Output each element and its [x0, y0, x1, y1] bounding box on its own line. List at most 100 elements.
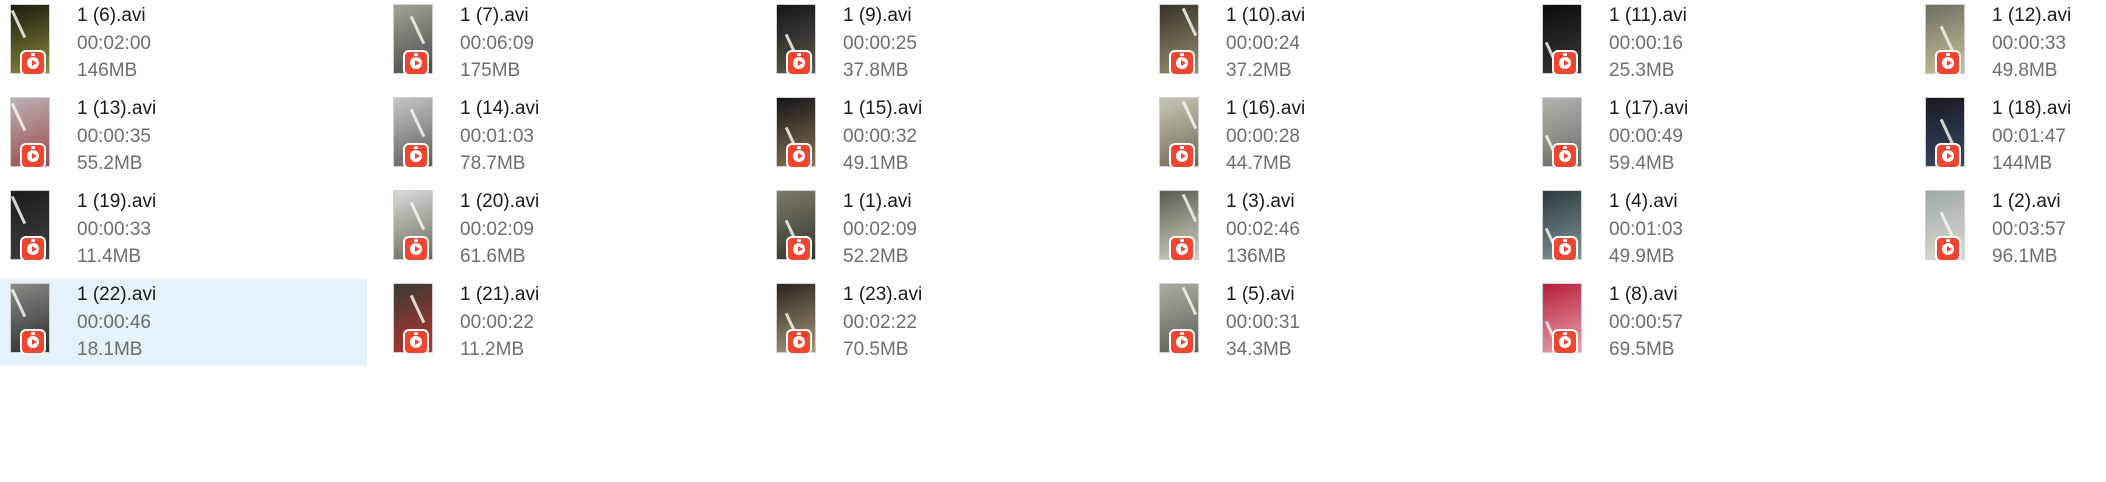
video-player-badge-icon [1169, 329, 1195, 355]
file-details: 1 (13).avi 00:00:35 55.2MB [77, 95, 156, 177]
video-player-badge-icon [786, 143, 812, 169]
file-details: 1 (4).avi 00:01:03 49.9MB [1609, 188, 1683, 270]
file-size: 34.3MB [1226, 339, 1292, 360]
file-details: 1 (21).avi 00:00:22 11.2MB [460, 281, 539, 363]
file-details: 1 (19).avi 00:00:33 11.4MB [77, 188, 156, 270]
video-player-badge-icon [1935, 50, 1961, 76]
video-player-badge-icon [1552, 50, 1578, 76]
file-details: 1 (2).avi 00:03:57 96.1MB [1992, 188, 2066, 270]
file-duration: 00:00:24 [1226, 33, 1300, 54]
video-player-badge-icon [1169, 236, 1195, 262]
file-item[interactable]: 1 (17).avi 00:00:49 59.4MB [1532, 93, 1899, 180]
file-item[interactable]: 1 (2).avi 00:03:57 96.1MB [1915, 186, 2106, 273]
file-details: 1 (9).avi 00:00:25 37.8MB [843, 2, 917, 84]
file-details: 1 (5).avi 00:00:31 34.3MB [1226, 281, 1300, 363]
file-item[interactable]: 1 (13).avi 00:00:35 55.2MB [0, 93, 367, 180]
file-size: 49.1MB [843, 153, 909, 174]
file-size: 144MB [1992, 153, 2053, 174]
file-list-view: 1 (6).avi 00:02:00 146MB 1 (7).avi 00:06… [0, 0, 2106, 482]
file-item[interactable]: 1 (12).avi 00:00:33 49.8MB [1915, 0, 2106, 87]
file-duration: 00:02:09 [460, 219, 534, 240]
file-duration: 00:01:03 [460, 126, 534, 147]
file-item[interactable]: 1 (16).avi 00:00:28 44.7MB [1149, 93, 1516, 180]
file-duration: 00:02:22 [843, 312, 917, 333]
file-name: 1 (18).avi [1992, 98, 2072, 119]
file-size: 18.1MB [77, 339, 143, 360]
file-size: 49.9MB [1609, 246, 1675, 267]
file-size: 52.2MB [843, 246, 909, 267]
file-duration: 00:00:31 [1226, 312, 1300, 333]
file-details: 1 (6).avi 00:02:00 146MB [77, 2, 151, 84]
file-details: 1 (17).avi 00:00:49 59.4MB [1609, 95, 1688, 177]
file-item[interactable]: 1 (15).avi 00:00:32 49.1MB [766, 93, 1133, 180]
file-item[interactable]: 1 (21).avi 00:00:22 11.2MB [383, 279, 750, 366]
file-name: 1 (2).avi [1992, 191, 2061, 212]
file-duration: 00:00:16 [1609, 33, 1683, 54]
file-item[interactable]: 1 (3).avi 00:02:46 136MB [1149, 186, 1516, 273]
file-duration: 00:03:57 [1992, 219, 2066, 240]
video-player-badge-icon [20, 236, 46, 262]
file-duration: 00:00:33 [1992, 33, 2066, 54]
video-player-badge-icon [20, 143, 46, 169]
video-player-badge-icon [1935, 143, 1961, 169]
video-player-badge-icon [1169, 143, 1195, 169]
file-duration: 00:00:33 [77, 219, 151, 240]
file-duration: 00:00:32 [843, 126, 917, 147]
file-duration: 00:00:57 [1609, 312, 1683, 333]
video-player-badge-icon [403, 329, 429, 355]
file-details: 1 (3).avi 00:02:46 136MB [1226, 188, 1300, 270]
file-details: 1 (12).avi 00:00:33 49.8MB [1992, 2, 2071, 84]
file-item[interactable]: 1 (10).avi 00:00:24 37.2MB [1149, 0, 1516, 87]
file-item[interactable]: 1 (23).avi 00:02:22 70.5MB [766, 279, 1133, 366]
file-size: 44.7MB [1226, 153, 1292, 174]
file-size: 25.3MB [1609, 60, 1675, 81]
file-item[interactable]: 1 (20).avi 00:02:09 61.6MB [383, 186, 750, 273]
file-size: 37.8MB [843, 60, 909, 81]
file-details: 1 (18).avi 00:01:47 144MB [1992, 95, 2071, 177]
file-name: 1 (3).avi [1226, 191, 1295, 212]
file-name: 1 (11).avi [1609, 5, 1687, 26]
file-item[interactable]: 1 (8).avi 00:00:57 69.5MB [1532, 279, 1899, 366]
file-name: 1 (13).avi [77, 98, 157, 119]
file-name: 1 (7).avi [460, 5, 529, 26]
file-item[interactable]: 1 (18).avi 00:01:47 144MB [1915, 93, 2106, 180]
file-name: 1 (19).avi [77, 191, 157, 212]
file-name: 1 (12).avi [1992, 5, 2072, 26]
file-duration: 00:00:46 [77, 312, 151, 333]
file-size: 37.2MB [1226, 60, 1292, 81]
file-details: 1 (15).avi 00:00:32 49.1MB [843, 95, 922, 177]
video-player-badge-icon [786, 236, 812, 262]
file-duration: 00:01:03 [1609, 219, 1683, 240]
video-player-badge-icon [20, 329, 46, 355]
file-item[interactable]: 1 (7).avi 00:06:09 175MB [383, 0, 750, 87]
file-name: 1 (16).avi [1226, 98, 1306, 119]
file-name: 1 (21).avi [460, 284, 540, 305]
file-size: 69.5MB [1609, 339, 1675, 360]
video-player-badge-icon [1552, 143, 1578, 169]
video-player-badge-icon [1169, 50, 1195, 76]
file-name: 1 (20).avi [460, 191, 540, 212]
file-details: 1 (20).avi 00:02:09 61.6MB [460, 188, 539, 270]
file-item[interactable]: 1 (14).avi 00:01:03 78.7MB [383, 93, 750, 180]
file-details: 1 (8).avi 00:00:57 69.5MB [1609, 281, 1683, 363]
file-item[interactable]: 1 (5).avi 00:00:31 34.3MB [1149, 279, 1516, 366]
file-name: 1 (6).avi [77, 5, 146, 26]
file-item[interactable]: 1 (9).avi 00:00:25 37.8MB [766, 0, 1133, 87]
file-duration: 00:00:35 [77, 126, 151, 147]
video-player-badge-icon [1552, 329, 1578, 355]
file-duration: 00:02:46 [1226, 219, 1300, 240]
file-size: 175MB [460, 60, 521, 81]
file-name: 1 (4).avi [1609, 191, 1678, 212]
file-item[interactable]: 1 (6).avi 00:02:00 146MB [0, 0, 367, 87]
file-duration: 00:06:09 [460, 33, 534, 54]
file-name: 1 (1).avi [843, 191, 912, 212]
file-size: 70.5MB [843, 339, 909, 360]
video-player-badge-icon [403, 143, 429, 169]
file-item[interactable]: 1 (19).avi 00:00:33 11.4MB [0, 186, 367, 273]
file-size: 78.7MB [460, 153, 526, 174]
file-item[interactable]: 1 (11).avi 00:00:16 25.3MB [1532, 0, 1899, 87]
file-item[interactable]: 1 (22).avi 00:00:46 18.1MB [0, 279, 367, 366]
file-item[interactable]: 1 (4).avi 00:01:03 49.9MB [1532, 186, 1899, 273]
file-item[interactable]: 1 (1).avi 00:02:09 52.2MB [766, 186, 1133, 273]
video-player-badge-icon [1935, 236, 1961, 262]
